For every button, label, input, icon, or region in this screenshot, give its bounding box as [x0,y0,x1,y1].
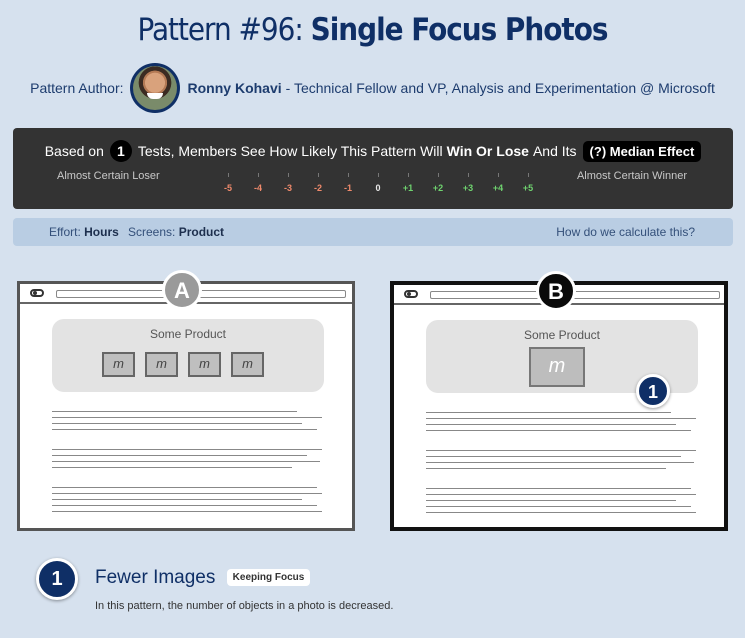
test-count-badge: 1 [109,140,132,162]
author-row: Pattern Author: Ronny Kohavi - Technical… [0,62,745,114]
scale-tick: +5 [513,173,543,193]
finding-title-row: Fewer Images Keeping Focus [95,567,311,589]
thumbnail-row: m m m m [102,352,264,377]
summary-mid-text: Tests, Members See How Likely This Patte… [137,143,443,159]
text-placeholder-lines [52,411,342,517]
based-on-text: Based on [44,143,104,159]
test-summary-text: Based on 1 Tests, Members See How Likely… [13,140,733,162]
screens-info: Screens: Product [128,225,224,239]
title-main: Single Focus Photos [310,12,609,48]
win-or-lose-text: Win Or Lose [446,143,529,159]
image-thumbnail-icon: m [188,352,221,377]
winner-label: Almost Certain Winner [576,170,687,182]
product-card: Some Product m 1 [426,320,698,408]
page-title: Pattern #96: Single Focus Photos [0,12,745,48]
finding-title: Fewer Images [95,567,216,588]
variant-a-mockup[interactable]: A Some Product m m m m [17,270,355,531]
scale-tick: -2 [303,173,333,193]
scale-tick: -4 [243,173,273,193]
scale-tick: -1 [333,173,363,193]
image-thumbnail-icon: m [529,347,585,387]
avatar[interactable] [129,63,180,113]
effort-value: Hours [84,225,119,239]
author-name[interactable]: Ronny Kohavi [188,80,282,96]
scale-tick: 0 [363,173,393,193]
browser-toggle-icon [404,290,418,298]
finding-number-badge: 1 [36,558,78,600]
finding-description: In this pattern, the number of objects i… [95,600,394,612]
scale-tick: +4 [483,173,513,193]
browser-toggle-icon [30,289,44,297]
variant-a-badge: A [162,270,202,310]
scale-tick: +3 [453,173,483,193]
finding-item: 1 Fewer Images Keeping Focus In this pat… [36,558,636,618]
effort-label: Effort: [49,225,81,239]
title-prefix: Pattern #96: [137,12,304,48]
variant-b-mockup[interactable]: B Some Product m 1 [390,271,728,531]
median-effect-button[interactable]: (?) Median Effect [582,140,702,162]
author-role: - Technical Fellow and VP, Analysis and … [285,80,715,96]
calculate-link[interactable]: How do we calculate this? [556,225,695,239]
variant-b-badge: B [536,271,576,311]
author-label: Pattern Author: [30,80,124,96]
product-name: Some Product [523,328,601,342]
test-summary-bar: Based on 1 Tests, Members See How Likely… [13,128,733,209]
screens-value: Product [178,225,225,239]
scale-tick: -3 [273,173,303,193]
effect-scale: -5 -4 -3 -2 -1 0 +1 +2 +3 +4 +5 [213,173,543,203]
text-placeholder-lines [426,412,716,518]
summary-end-text: And Its [532,143,577,159]
loser-label: Almost Certain Loser [57,170,160,182]
product-name: Some Product [149,327,227,341]
image-thumbnail-icon: m [145,352,178,377]
product-card: Some Product m m m m [52,319,324,392]
finding-tag[interactable]: Keeping Focus [226,569,311,587]
scale-tick: +1 [393,173,423,193]
scale-tick: +2 [423,173,453,193]
image-thumbnail-icon: m [231,352,264,377]
scale-tick: -5 [213,173,243,193]
change-marker[interactable]: 1 [636,374,670,408]
image-thumbnail-icon: m [102,352,135,377]
avatar-photo [132,66,177,110]
effort-info: Effort: Hours [49,225,119,239]
screens-label: Screens: [128,225,176,239]
info-bar: Effort: Hours Screens: Product How do we… [13,218,733,246]
